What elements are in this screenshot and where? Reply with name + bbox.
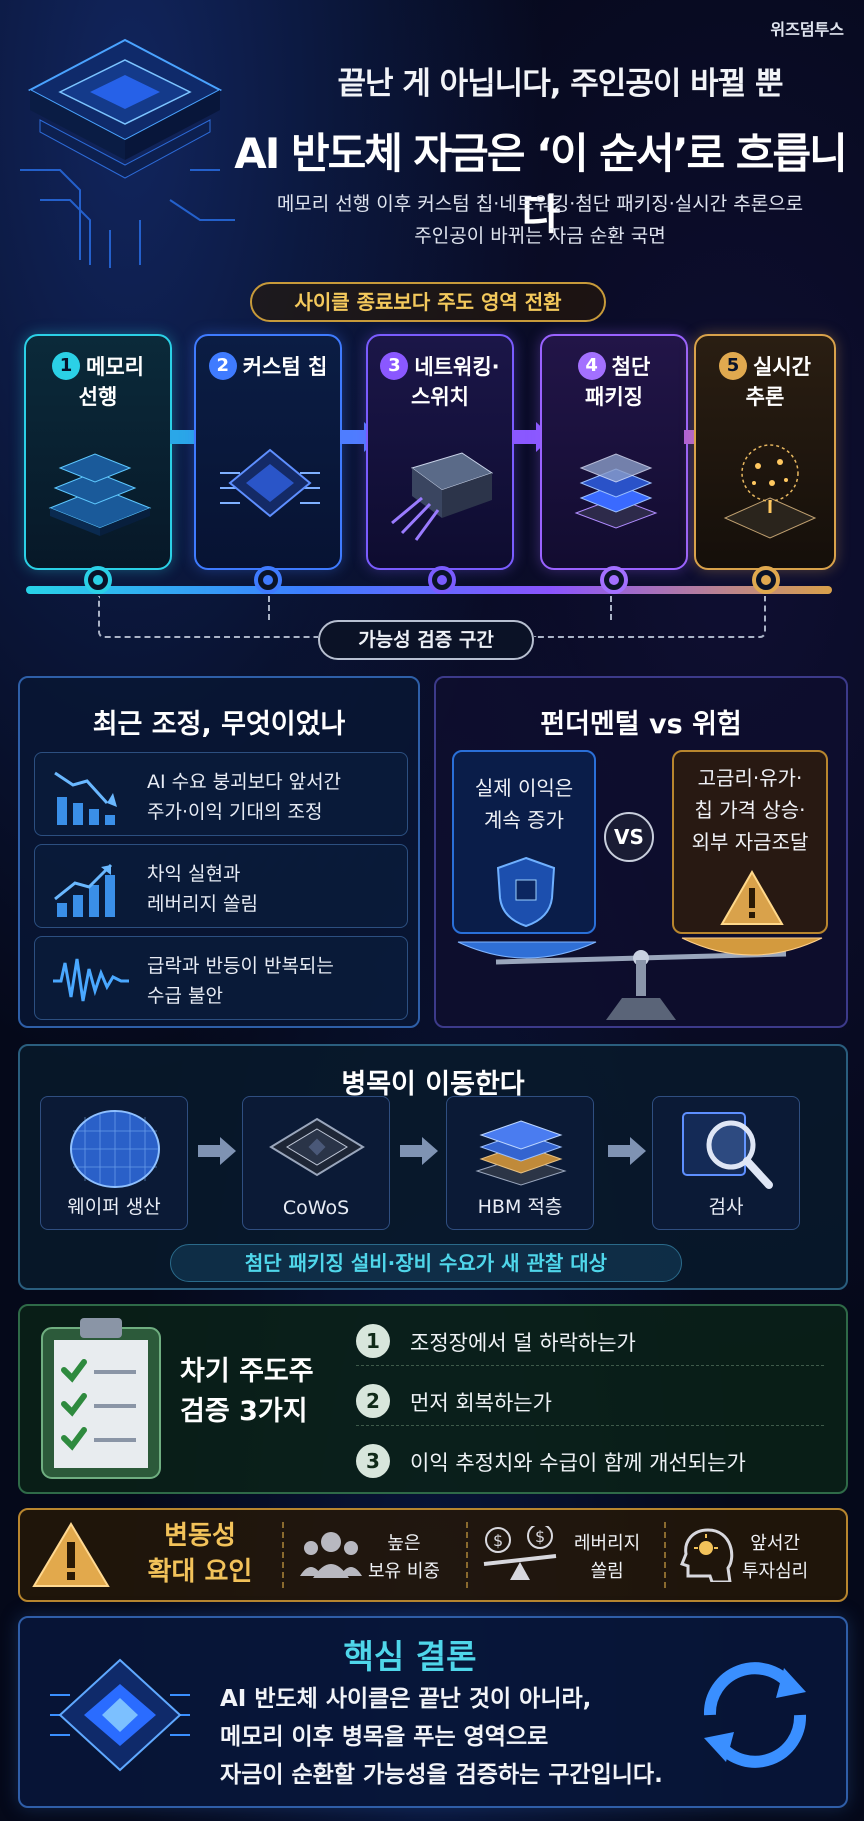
panel-title: 펀더멘털 vs 위험 [540, 709, 742, 740]
checklist-item: 3 이익 추정치와 수급이 함께 개선되는가 [356, 1436, 824, 1486]
clipboard-checklist-icon [41, 1318, 161, 1479]
conclusion-text: AI 반도체 사이클은 끝난 것이 아니라, 메모리 이후 병목을 푸는 영역으… [220, 1686, 663, 1788]
stage-number: 4 [577, 352, 606, 380]
panel-title: 최근 조정, 무엇이었나 [92, 709, 346, 740]
stage-label: 네트워킹· [414, 355, 500, 379]
divider [282, 1522, 284, 1588]
recent-item: 급락과 반등이 반복되는 수급 불안 [34, 936, 408, 1020]
timeline-node [752, 566, 780, 594]
head-idea-icon [680, 1528, 734, 1582]
checklist-item: 2 먼저 회복하는가 [356, 1376, 824, 1426]
stage-number: 1 [52, 352, 81, 380]
warning-triangle-icon [32, 1522, 110, 1587]
warning-triangle-icon [720, 870, 784, 925]
dashed-bracket [534, 596, 766, 638]
vs-badge: VS [604, 812, 654, 862]
header-description: 메모리 선행 이후 커스텀 칩·네트워킹·첨단 패키징·실시간 추론으로 주인공… [276, 193, 804, 247]
stage-label: 커스텀 칩 [242, 355, 328, 379]
people-group-icon [300, 1532, 362, 1578]
bottleneck-step: CoWoS [242, 1096, 390, 1230]
timeline-node [254, 566, 282, 594]
volatility-factor: 앞서간 투자심리 [742, 1533, 809, 1582]
stage-label: 패키징 [585, 385, 643, 409]
timeline-node [600, 566, 628, 594]
risk-box: 고금리·유가· 칩 가격 상승· 외부 자금조달 [672, 750, 828, 934]
balance-scale-icon [457, 937, 823, 1020]
dashed-connector [268, 596, 270, 620]
chart-down-icon [54, 771, 117, 825]
dashed-connector [610, 596, 612, 620]
hero-chip-illustration [20, 38, 235, 268]
divider [664, 1522, 666, 1588]
stage-inference: 5 실시간추론 [694, 334, 836, 570]
stage-networking: 3 네트워킹· 스위치 [366, 334, 514, 570]
volatility-factor: 높은 보유 비중 [368, 1533, 440, 1582]
recent-item: AI 수요 붕괴보다 앞서간 주가·이익 기대의 조정 [34, 752, 408, 836]
stage-memory: 1 메모리선행 [24, 334, 172, 570]
network-switch-icon [391, 452, 494, 541]
stage-number: 2 [208, 352, 237, 380]
hbm-stack-icon [475, 1120, 567, 1186]
conclusion-title: 핵심 결론 [343, 1637, 477, 1676]
arrow-right-icon [608, 1137, 646, 1165]
volatility-factor: 레버리지 쏠림 [574, 1533, 641, 1582]
wafer-icon [70, 1110, 160, 1188]
cycle-badge: 사이클 종료보다 주도 영역 전환 [250, 282, 606, 322]
shield-chip-icon [496, 856, 556, 928]
chip-icon [220, 448, 320, 518]
stage-custom-chip: 2 커스텀 칩 [194, 334, 342, 570]
stage-packaging: 4 첨단패키징 [540, 334, 688, 570]
stage-label: 첨단 [611, 355, 651, 379]
bottleneck-step: 웨이퍼 생산 [40, 1096, 188, 1230]
leverage-seesaw-icon: $ $ [483, 1526, 557, 1580]
chart-up-icon [54, 863, 115, 917]
checklist-item: 1 조정장에서 덜 하락하는가 [356, 1316, 824, 1366]
dashed-bracket [98, 596, 318, 638]
bottleneck-step: HBM 적층 [446, 1096, 594, 1230]
divider [466, 1522, 468, 1588]
cowos-chip-icon [269, 1117, 365, 1177]
stage-number: 3 [380, 352, 409, 380]
volatility-title: 변동성 확대 요인 [147, 1521, 253, 1587]
verification-badge: 가능성 검증 구간 [318, 620, 534, 660]
brand-logo-text: 위즈덤투스 [770, 20, 844, 39]
svg-text:$: $ [493, 1531, 503, 1550]
header-subtitle: 끝난 게 아닙니다, 주인공이 바뀔 뿐 [337, 66, 783, 102]
fundamentals-box: 실제 이익은 계속 증가 [452, 750, 596, 934]
timeline-node [428, 566, 456, 594]
stage-label: 메모리 [86, 355, 144, 379]
stage-label: 추론 [745, 385, 785, 409]
stage-number: 5 [719, 352, 748, 380]
volatility-wave-icon [53, 958, 129, 1002]
stage-label: 스위치 [411, 385, 469, 409]
stage-label: 실시간 [753, 355, 811, 379]
stage-label: 선행 [78, 385, 118, 409]
inspection-magnifier-icon [682, 1112, 773, 1189]
ai-brain-icon [723, 444, 817, 539]
arrow-right-icon [198, 1137, 236, 1165]
recent-item: 차익 실현과 레버리지 쏠림 [34, 844, 408, 928]
cycle-arrows-icon [703, 1662, 807, 1768]
timeline-node [84, 566, 112, 594]
bottleneck-note: 첨단 패키징 설비·장비 수요가 새 관찰 대상 [170, 1244, 682, 1282]
packaging-stack-icon [574, 453, 658, 529]
checklist-title: 차기 주도주 검증 3가지 [180, 1356, 314, 1427]
svg-text:$: $ [535, 1527, 545, 1546]
bottleneck-step: 검사 [652, 1096, 800, 1230]
memory-stack-icon [48, 453, 152, 536]
arrow-right-icon [400, 1137, 438, 1165]
glowing-chip-icon [50, 1658, 190, 1772]
